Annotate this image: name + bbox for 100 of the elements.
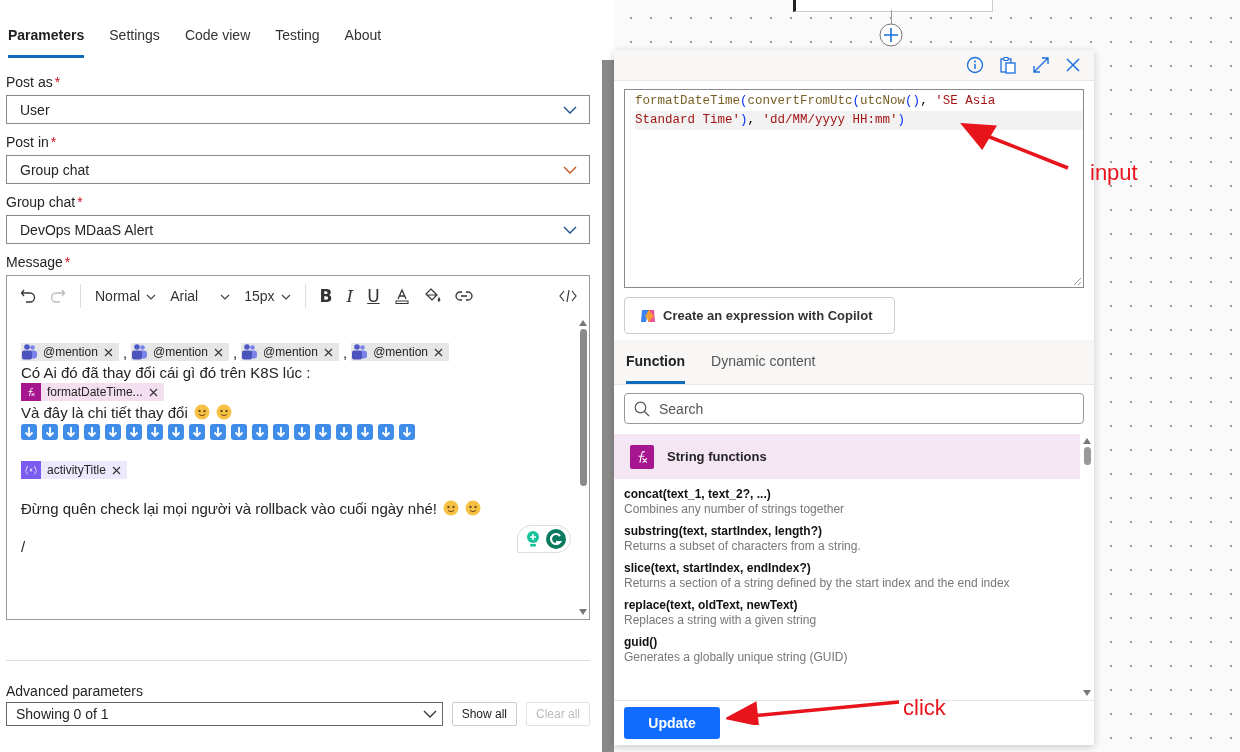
code-view-icon[interactable] [559, 289, 577, 303]
required-mark: * [54, 74, 61, 90]
expression-input[interactable]: formatDateTime(convertFromUtc(utcNow(), 'SE Asia Standard Time'), 'dd/MM/yyyy HH:mm') [624, 89, 1084, 288]
message-text: Đừng quên check lại mọi người và rollback vào cuối ngày nhé! [21, 499, 437, 517]
function-name[interactable]: guid() [624, 635, 1070, 649]
field-label: Group chat [6, 194, 76, 210]
format-button[interactable]: B [319, 286, 333, 306]
required-mark: * [64, 254, 71, 270]
function-name[interactable]: slice(text, startIndex, endIndex?) [624, 561, 1070, 575]
size-dropdown[interactable]: 15px [244, 288, 291, 304]
close-icon[interactable] [103, 347, 113, 357]
expression-chip[interactable]: formatDateTime... [21, 383, 164, 401]
mention-chip[interactable]: @mention [131, 343, 229, 361]
mention-label: @mention [373, 345, 428, 359]
down-arrow-icon [168, 424, 184, 440]
down-arrow-icon [189, 424, 205, 440]
font-dropdown[interactable]: Arial [170, 288, 231, 304]
resize-grip-icon[interactable] [1073, 277, 1081, 285]
field-label: Message [6, 254, 63, 270]
function-description: Generates a globally unique string (GUID) [624, 650, 849, 664]
g-logo-icon[interactable] [546, 529, 566, 549]
annotation-label: input [1090, 160, 1138, 186]
tab[interactable]: About [344, 0, 382, 58]
expression-label: formatDateTime... [47, 385, 143, 399]
tab[interactable]: Settings [109, 0, 160, 58]
scroll-thumb[interactable] [1083, 447, 1091, 465]
expand-icon[interactable] [1032, 56, 1050, 74]
chevron-icon [146, 294, 157, 300]
format-button[interactable]: U [367, 286, 380, 306]
copilot-button[interactable]: Create an expression with Copilot [624, 297, 895, 334]
tab[interactable]: Parameters [8, 0, 85, 58]
message-editor[interactable] [6, 275, 590, 620]
message-text: , [232, 343, 238, 361]
close-icon[interactable] [213, 347, 223, 357]
required-mark: * [50, 134, 57, 150]
close-icon[interactable] [111, 465, 121, 475]
tab[interactable]: Code view [184, 0, 251, 58]
function-icon [21, 383, 41, 401]
people-icon [241, 344, 258, 360]
down-arrow-icon [315, 424, 331, 440]
add-step-icon[interactable] [879, 23, 903, 47]
scroll-up-icon[interactable] [579, 320, 587, 326]
fill-bucket-icon[interactable] [423, 288, 441, 304]
emoji-icon [193, 404, 210, 420]
format-button[interactable]: I [346, 286, 354, 306]
scroll-down-icon[interactable] [579, 609, 587, 615]
mention-chip[interactable]: @mention [351, 343, 449, 361]
down-arrow-icon [105, 424, 121, 440]
search-field[interactable]: Search [624, 393, 1084, 424]
tab[interactable]: Dynamic content [711, 340, 816, 384]
function-description: Replaces a string with a given string [624, 613, 818, 627]
link-icon[interactable] [454, 290, 473, 302]
tab[interactable]: Function [626, 340, 686, 384]
flow-node-card[interactable] [793, 0, 993, 12]
message-text: / [21, 537, 26, 555]
info-icon[interactable] [966, 56, 984, 74]
writing-assistant-widget[interactable] [517, 525, 571, 553]
down-arrow-icon [21, 424, 37, 440]
down-arrow-icon [399, 424, 415, 440]
update-button[interactable]: Update [624, 707, 720, 739]
variable-chip[interactable]: activityTitle [21, 461, 127, 479]
field-label: Post in [6, 134, 49, 150]
required-mark: * [77, 194, 83, 210]
field-label: Post as [6, 74, 53, 90]
down-arrow-icon [63, 424, 79, 440]
mention-chip[interactable]: @mention [21, 343, 119, 361]
code-line: formatDateTime(convertFromUtc(utcNow(), 'SE Asia [635, 93, 997, 110]
emoji-icon [443, 500, 459, 516]
chevron-icon [280, 294, 291, 300]
dropdown[interactable]: DevOps MDaaS Alert [6, 215, 590, 244]
function-name[interactable]: replace(text, oldText, newText) [624, 598, 1070, 612]
scroll-thumb[interactable] [579, 329, 587, 486]
message-text: , [342, 343, 348, 361]
style-dropdown[interactable]: Normal [95, 288, 157, 304]
close-icon[interactable] [323, 347, 333, 357]
toolbar-button[interactable]: Show all [451, 702, 517, 726]
chevron-icon [220, 294, 231, 300]
close-icon[interactable] [148, 387, 158, 397]
mention-label: @mention [43, 345, 98, 359]
tab[interactable]: Testing [275, 0, 320, 58]
function-name[interactable]: concat(text_1, text_2?, ...) [624, 487, 1070, 501]
function-icon [630, 444, 654, 469]
category-header[interactable]: String functions [614, 434, 1080, 479]
dropdown[interactable]: Showing 0 of 1 [6, 702, 443, 726]
message-text: Có Ai đó đã thay đổi cái gì đó trên K8S lúc : [21, 363, 311, 381]
clipboard-icon[interactable] [999, 56, 1017, 74]
dropdown[interactable]: User [6, 95, 590, 124]
function-name[interactable]: substring(text, startIndex, length?) [624, 524, 1070, 538]
function-description: Returns a section of a string defined by the start index and the end index [624, 576, 1011, 590]
font-color-icon[interactable] [393, 288, 410, 304]
close-icon[interactable] [434, 347, 443, 357]
emoji-icon [465, 500, 481, 516]
down-arrow-icon [147, 424, 163, 440]
mention-chip[interactable]: @mention [241, 343, 339, 361]
scroll-down-icon[interactable] [1083, 690, 1091, 696]
scroll-up-icon[interactable] [1083, 438, 1091, 444]
dropdown[interactable]: Group chat [6, 155, 590, 184]
message-text: Và đây là chi tiết thay đổi [21, 403, 188, 421]
undo-icon[interactable] [20, 288, 36, 304]
function-description: Combines any number of strings together [624, 502, 846, 516]
